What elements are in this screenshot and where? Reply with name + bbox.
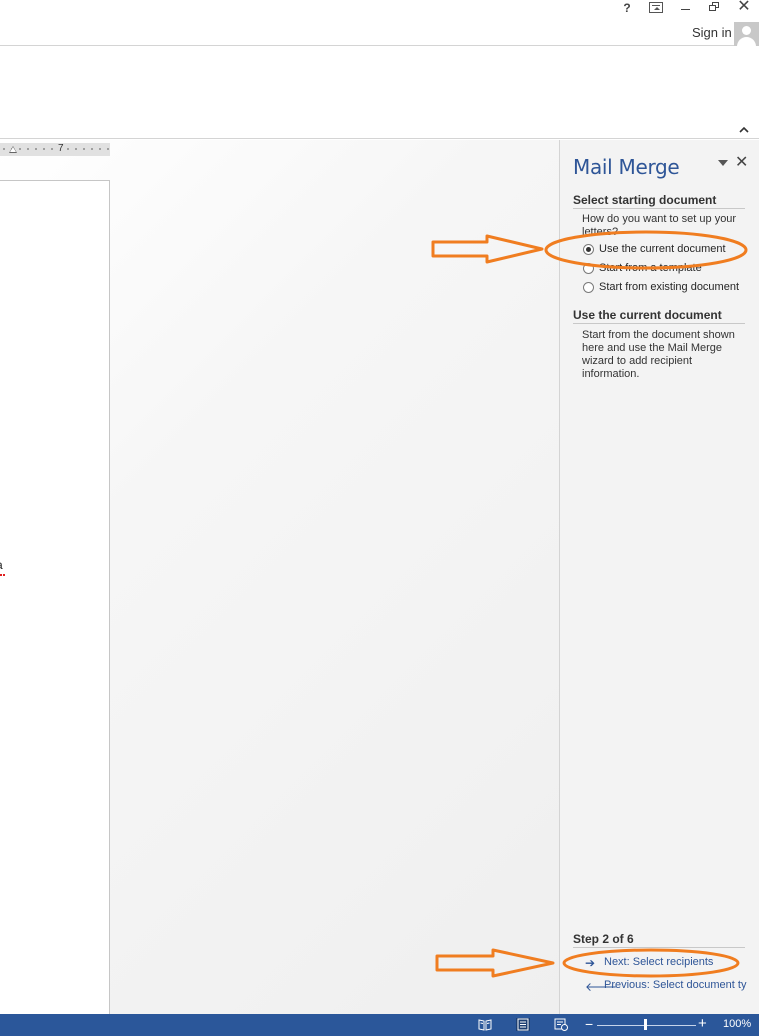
previous-step-label: Previous: Select document ty	[604, 979, 747, 991]
radio-button-selected[interactable]	[583, 244, 594, 255]
help-icon[interactable]: ?	[619, 0, 635, 16]
ruler-number: 7	[57, 143, 65, 154]
radio-label: Start from a template	[599, 262, 702, 274]
sign-in-link[interactable]: Sign in	[692, 25, 732, 40]
section-heading-current-document: Use the current document	[573, 308, 745, 324]
print-layout-icon[interactable]	[516, 1018, 530, 1031]
setup-question: How do you want to set up your letters?	[582, 213, 737, 238]
arrow-right-icon: ➔	[585, 956, 596, 970]
zoom-in-button[interactable]: +	[698, 1015, 707, 1032]
minimize-icon[interactable]	[680, 0, 692, 16]
collapse-ribbon-icon[interactable]	[737, 124, 751, 136]
close-icon[interactable]: ✕	[736, 0, 752, 15]
option-description: Start from the document shown here and u…	[582, 329, 735, 380]
next-step-label: Next: Select recipients	[604, 956, 714, 968]
zoom-level[interactable]: 100%	[723, 1018, 751, 1030]
radio-button[interactable]	[583, 282, 594, 293]
document-text: a	[0, 558, 3, 572]
zoom-slider-thumb[interactable]	[644, 1019, 647, 1030]
radio-button[interactable]	[583, 263, 594, 274]
read-mode-icon[interactable]	[478, 1018, 492, 1031]
zoom-out-button[interactable]: −	[585, 1016, 593, 1032]
indent-marker-icon[interactable]	[9, 146, 17, 153]
horizontal-ruler[interactable]: 7	[0, 143, 110, 156]
document-page[interactable]	[0, 180, 110, 1014]
pane-close-icon[interactable]: ✕	[735, 152, 748, 172]
section-heading-starting-document: Select starting document	[573, 193, 745, 209]
status-bar: − + 100%	[0, 1014, 759, 1036]
pane-options-icon[interactable]	[718, 160, 728, 166]
pane-title: Mail Merge	[573, 155, 680, 179]
radio-label: Use the current document	[599, 243, 726, 255]
avatar-icon[interactable]	[734, 22, 759, 46]
spelling-squiggle	[0, 574, 6, 576]
step-indicator: Step 2 of 6	[573, 932, 745, 948]
ribbon-display-options-icon[interactable]	[649, 2, 663, 13]
radio-label: Start from existing document	[599, 281, 740, 293]
restore-icon[interactable]	[709, 0, 721, 16]
web-layout-icon[interactable]	[554, 1018, 568, 1031]
title-bar: ? ✕ Sign in	[0, 0, 759, 46]
ribbon	[0, 46, 759, 139]
